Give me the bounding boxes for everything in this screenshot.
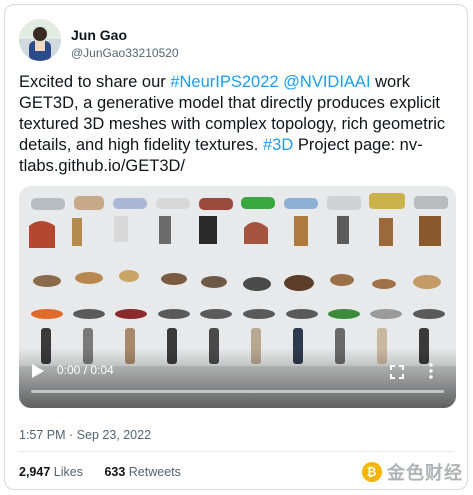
mention-nvidia-link[interactable]: @NVIDIAAI (283, 73, 370, 91)
avatar[interactable] (19, 19, 61, 61)
retweets-stat[interactable]: 633 Retweets (104, 465, 180, 479)
likes-label: Likes (53, 465, 83, 479)
likes-stat[interactable]: 2,947 Likes (19, 465, 83, 479)
likes-count: 2,947 (19, 465, 51, 479)
retweets-count: 633 (104, 465, 126, 479)
play-icon[interactable] (31, 363, 45, 379)
video-time: 0:00 / 0:04 (57, 363, 114, 377)
video-controls: 0:00 / 0:04 (19, 348, 456, 408)
watermark-logo-icon: ₿ (362, 462, 382, 482)
more-options-icon[interactable] (428, 363, 434, 379)
watermark-text: 金色财经 (387, 463, 463, 483)
retweets-label: Retweets (128, 465, 181, 479)
tweet-timestamp[interactable]: 1:57 PM · Sep 23, 2022 (19, 428, 151, 442)
tweet-stats: 2,947 Likes 633 Retweets (19, 465, 199, 479)
fullscreen-icon[interactable] (390, 365, 404, 379)
user-name[interactable]: Jun Gao (71, 27, 127, 43)
hashtag-3d-link[interactable]: #3D (263, 136, 293, 154)
video-progress-bar[interactable] (31, 390, 444, 393)
watermark: ₿ 金色财经 (362, 459, 463, 485)
tweet-text: Excited to share our #NeurIPS2022 @NVIDI… (19, 72, 455, 177)
user-handle[interactable]: @JunGao33210520 (71, 46, 179, 60)
tweet-text-part: Excited to share our (19, 73, 171, 91)
tweet-card: Jun Gao @JunGao33210520 Excited to share… (4, 4, 468, 490)
hashtag-neurips-link[interactable]: #NeurIPS2022 (170, 73, 278, 91)
divider (19, 451, 453, 452)
video-player[interactable]: 0:00 / 0:04 (19, 186, 456, 408)
